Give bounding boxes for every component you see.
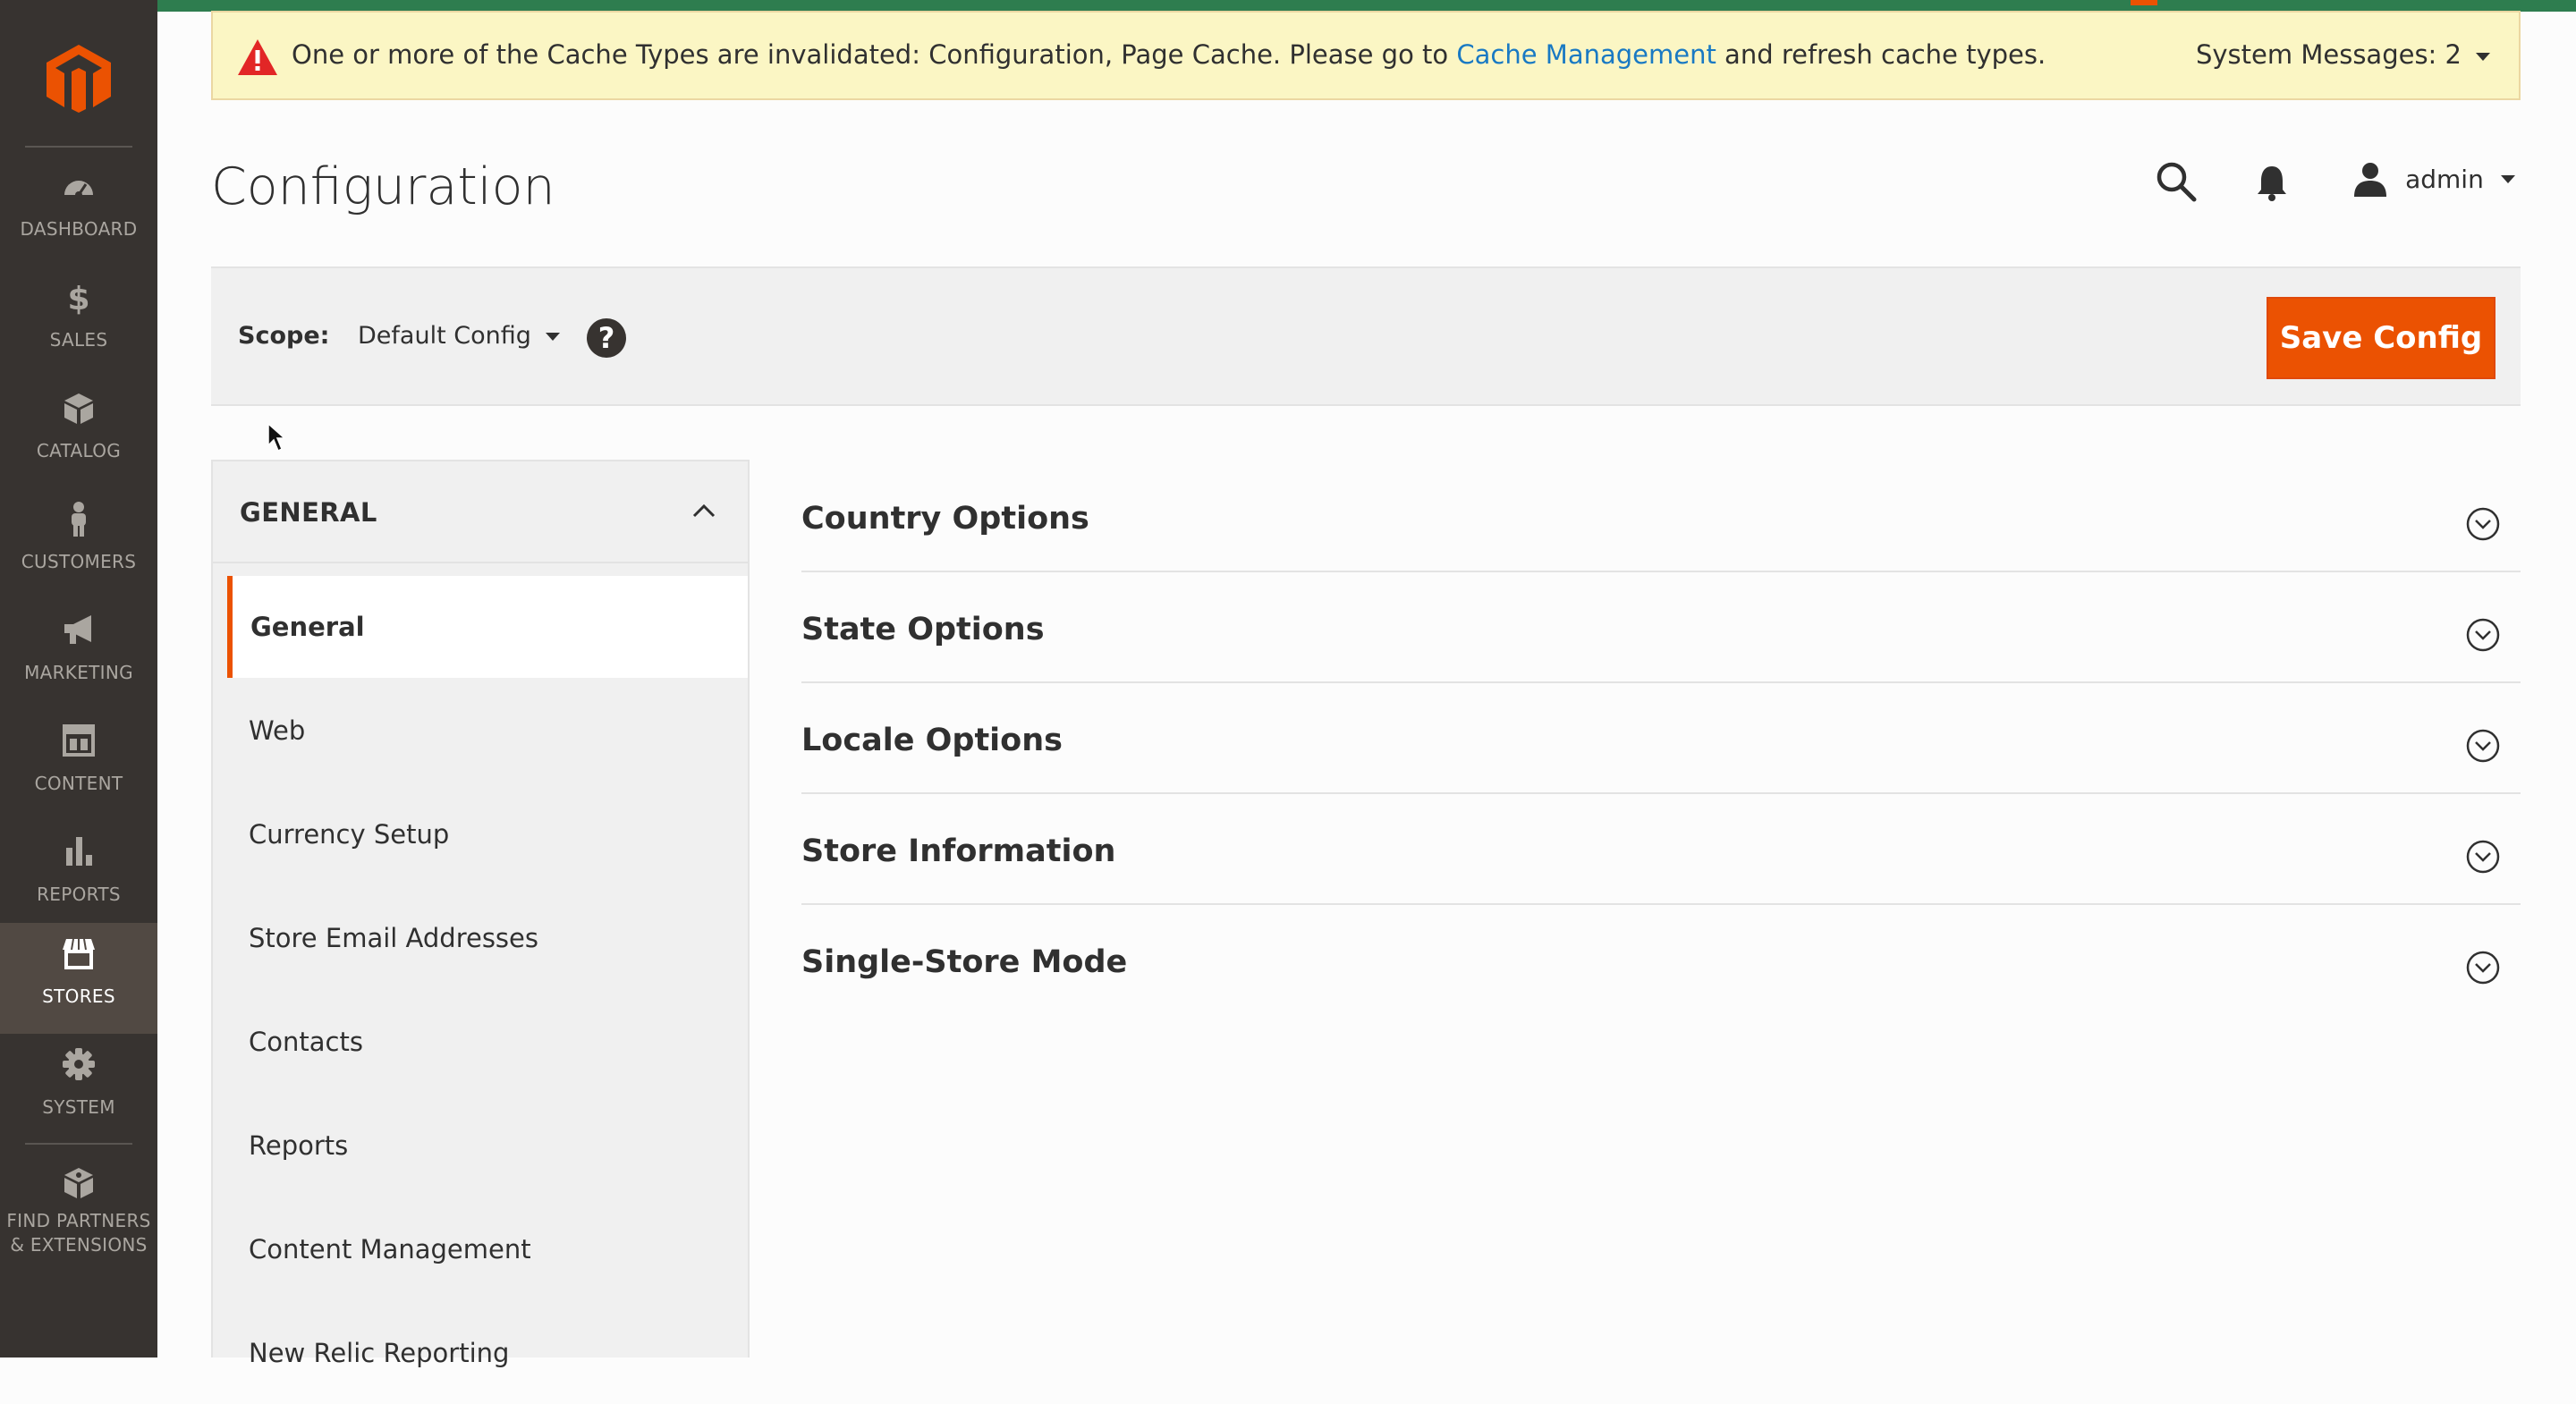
- chevron-down-icon: [545, 333, 560, 341]
- section-country-options[interactable]: Country Options: [801, 461, 2521, 572]
- sidebar-item-label: SALES: [49, 329, 108, 351]
- system-message-bar: One or more of the Cache Types are inval…: [211, 11, 2521, 100]
- config-tabs-panel: GENERAL General Web Currency Setup Store…: [211, 460, 750, 1368]
- sidebar-item-label: DASHBOARD: [20, 218, 138, 240]
- sidebar-item-label: CATALOG: [36, 440, 122, 461]
- dollar-icon: $: [67, 281, 89, 315]
- sidebar-item-label: FIND PARTNERS & EXTENSIONS: [0, 1209, 157, 1257]
- section-title: Locale Options: [801, 723, 1063, 758]
- sidebar-item-find-partners[interactable]: FIND PARTNERS & EXTENSIONS: [0, 1154, 157, 1264]
- tab-label: Store Email Addresses: [249, 923, 538, 953]
- box-icon: [64, 393, 93, 424]
- sidebar-item-sales[interactable]: $ SALES: [0, 266, 157, 377]
- tab-new-relic-reporting[interactable]: New Relic Reporting: [213, 1302, 748, 1404]
- sidebar-item-content[interactable]: CONTENT: [0, 710, 157, 821]
- save-config-button[interactable]: Save Config: [2267, 297, 2496, 379]
- storefront-icon: [63, 938, 95, 969]
- top-strip-accent: [2131, 0, 2157, 5]
- tab-contacts[interactable]: Contacts: [213, 991, 748, 1093]
- chevron-down-icon: [2500, 174, 2515, 183]
- sidebar-item-label: SYSTEM: [42, 1096, 115, 1118]
- sidebar-item-system[interactable]: SYSTEM: [0, 1034, 157, 1145]
- section-title: Country Options: [801, 501, 1089, 537]
- sidebar-item-catalog[interactable]: CATALOG: [0, 377, 157, 488]
- bell-icon[interactable]: [2254, 163, 2290, 202]
- tab-label: Web: [249, 715, 306, 746]
- scope-switcher[interactable]: Default Config: [358, 322, 560, 350]
- tab-label: Content Management: [249, 1234, 531, 1264]
- help-icon[interactable]: ?: [587, 318, 626, 358]
- sidebar-item-dashboard[interactable]: DASHBOARD: [0, 156, 157, 266]
- sidebar-item-label: MARKETING: [24, 662, 133, 683]
- system-message-text-after: and refresh cache types.: [1716, 39, 2046, 70]
- user-icon: [2354, 163, 2386, 197]
- tab-store-email-addresses[interactable]: Store Email Addresses: [213, 887, 748, 989]
- section-title: Store Information: [801, 833, 1116, 869]
- sidebar-divider: [25, 146, 132, 148]
- scope-label: Scope:: [238, 322, 330, 350]
- section-title: Single-Store Mode: [801, 944, 1128, 980]
- expand-circle-icon: [2466, 729, 2500, 763]
- expand-circle-icon: [2466, 507, 2500, 541]
- admin-user-menu[interactable]: admin: [2352, 161, 2515, 200]
- section-locale-options[interactable]: Locale Options: [801, 683, 2521, 794]
- search-icon[interactable]: [2156, 161, 2197, 202]
- sidebar-divider: [25, 1143, 132, 1145]
- section-title: State Options: [801, 612, 1045, 647]
- extensions-icon: [64, 1168, 93, 1198]
- sidebar-item-label-line2: & EXTENSIONS: [10, 1234, 148, 1256]
- scope-value: Default Config: [358, 322, 531, 350]
- warning-icon: [238, 39, 277, 75]
- person-icon: [72, 502, 86, 537]
- megaphone-icon: [64, 615, 91, 644]
- sidebar-item-label: CUSTOMERS: [21, 551, 137, 572]
- layout-icon: [63, 724, 95, 757]
- expand-circle-icon: [2466, 618, 2500, 652]
- scope-toolbar: Scope: Default Config ? Save Config: [211, 266, 2521, 406]
- tab-content-management[interactable]: Content Management: [213, 1198, 748, 1300]
- sidebar-item-marketing[interactable]: MARKETING: [0, 599, 157, 710]
- tab-label: New Relic Reporting: [249, 1338, 510, 1368]
- cache-management-link[interactable]: Cache Management: [1456, 39, 1716, 70]
- tab-general[interactable]: General: [227, 576, 748, 678]
- dashboard-icon: [64, 181, 93, 199]
- admin-sidebar: DASHBOARD $ SALES CATALOG CUSTOMERS MARK…: [0, 0, 157, 1357]
- system-messages-toggle[interactable]: System Messages: 2: [2196, 39, 2490, 70]
- chevron-up-icon: [692, 503, 716, 518]
- section-state-options[interactable]: State Options: [801, 572, 2521, 683]
- system-message-text: One or more of the Cache Types are inval…: [292, 39, 2046, 70]
- section-single-store-mode[interactable]: Single-Store Mode: [801, 905, 2521, 1014]
- admin-username: admin: [2405, 164, 2484, 194]
- sidebar-item-customers[interactable]: CUSTOMERS: [0, 488, 157, 599]
- sidebar-item-label-line1: FIND PARTNERS: [6, 1210, 151, 1231]
- expand-circle-icon: [2466, 840, 2500, 874]
- tab-group-title: GENERAL: [240, 497, 377, 528]
- sidebar-item-reports[interactable]: REPORTS: [0, 821, 157, 932]
- tab-label: Currency Setup: [249, 819, 450, 850]
- gear-icon: [63, 1048, 95, 1080]
- sidebar-item-stores[interactable]: STORES: [0, 923, 157, 1034]
- sidebar-item-label: STORES: [42, 985, 115, 1007]
- magento-logo-icon[interactable]: [41, 41, 116, 116]
- svg-text:$: $: [67, 281, 89, 315]
- page-title: Configuration: [211, 157, 555, 216]
- tab-label: Reports: [249, 1130, 349, 1161]
- mouse-pointer-icon: [267, 422, 286, 452]
- chevron-down-icon: [2476, 52, 2490, 61]
- bar-chart-icon: [66, 837, 92, 866]
- tab-currency-setup[interactable]: Currency Setup: [213, 783, 748, 885]
- tab-web[interactable]: Web: [213, 680, 748, 782]
- expand-circle-icon: [2466, 951, 2500, 985]
- system-messages-count: System Messages: 2: [2195, 39, 2462, 70]
- tab-label: Contacts: [249, 1027, 363, 1057]
- tab-label: General: [250, 612, 365, 642]
- tab-reports[interactable]: Reports: [213, 1095, 748, 1197]
- tab-group-general[interactable]: GENERAL: [213, 461, 748, 563]
- sidebar-item-label: REPORTS: [37, 884, 121, 905]
- section-store-information[interactable]: Store Information: [801, 794, 2521, 905]
- sidebar-item-label: CONTENT: [34, 773, 123, 794]
- system-message-text-before: One or more of the Cache Types are inval…: [292, 39, 1457, 70]
